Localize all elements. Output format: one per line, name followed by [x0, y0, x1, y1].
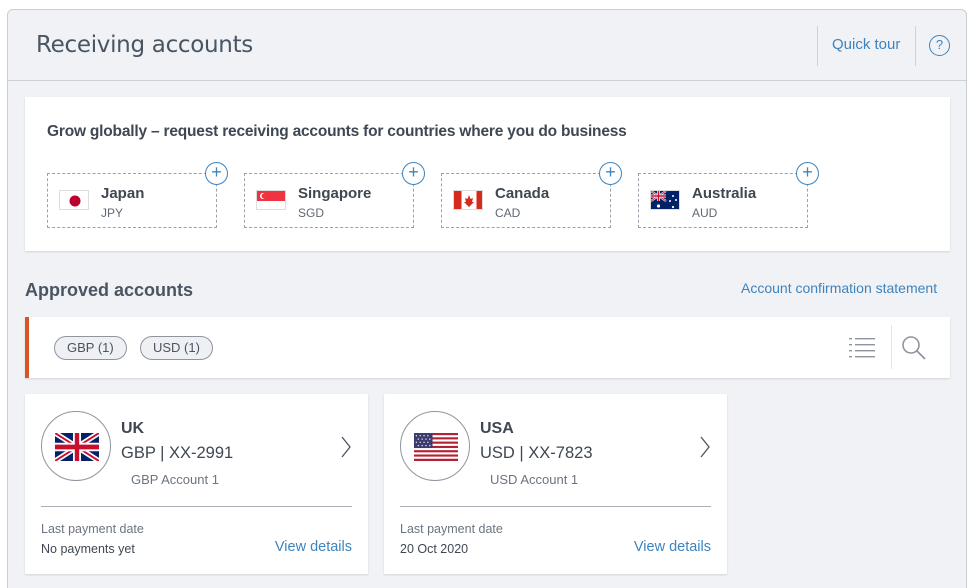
divider	[817, 26, 818, 66]
us-flag-icon	[414, 433, 458, 461]
currency-code: CAD	[495, 206, 521, 220]
filter-chip-usd[interactable]: USD (1)	[140, 336, 213, 360]
receiving-accounts-panel: Receiving accounts Quick tour ? Grow glo…	[7, 9, 967, 588]
account-number: GBP | XX-2991	[121, 444, 234, 462]
account-card-uk[interactable]: UK GBP | XX-2991 GBP Account 1 Last paym…	[25, 394, 368, 574]
country-name: Australia	[692, 185, 757, 202]
country-option-australia[interactable]: Australia AUD +	[638, 162, 819, 228]
country-name: Japan	[101, 185, 145, 202]
list-view-icon[interactable]	[849, 336, 875, 360]
account-confirmation-link[interactable]: Account confirmation statement	[741, 280, 937, 296]
filter-chip-gbp[interactable]: GBP (1)	[54, 336, 127, 360]
account-country: UK	[121, 420, 145, 437]
last-payment-value: 20 Oct 2020	[400, 542, 469, 556]
search-icon[interactable]	[900, 334, 928, 362]
view-details-link[interactable]: View details	[634, 539, 711, 555]
account-card-usa[interactable]: USA USD | XX-7823 USD Account 1 Last pay…	[384, 394, 727, 574]
canada-flag-icon	[453, 190, 483, 210]
chevron-right-icon[interactable]	[340, 435, 352, 459]
account-name: USD Account 1	[490, 472, 579, 487]
country-name: Canada	[495, 185, 550, 202]
country-option-singapore[interactable]: Singapore SGD +	[244, 162, 425, 228]
last-payment-value: No payments yet	[41, 542, 135, 556]
currency-code: SGD	[298, 206, 325, 220]
divider	[915, 26, 916, 66]
add-circle-icon[interactable]: +	[205, 162, 228, 185]
filter-bar: GBP (1) USD (1)	[25, 317, 950, 378]
account-flag-circle	[41, 411, 111, 481]
account-flag-circle	[400, 411, 470, 481]
add-circle-icon[interactable]: +	[599, 162, 622, 185]
help-icon[interactable]: ?	[929, 35, 950, 56]
singapore-flag-icon	[256, 190, 286, 210]
account-number: USD | XX-7823	[480, 444, 593, 462]
quick-tour-link[interactable]: Quick tour	[832, 36, 900, 53]
grow-globally-title: Grow globally – request receiving accoun…	[47, 123, 627, 140]
australia-flag-icon	[650, 190, 680, 210]
grow-globally-card: Grow globally – request receiving accoun…	[25, 97, 950, 251]
last-payment-label: Last payment date	[41, 522, 144, 536]
uk-flag-icon	[55, 433, 99, 461]
add-circle-icon[interactable]: +	[796, 162, 819, 185]
view-details-link[interactable]: View details	[275, 539, 352, 555]
divider	[41, 506, 352, 507]
add-circle-icon[interactable]: +	[402, 162, 425, 185]
page-header: Receiving accounts Quick tour ?	[8, 10, 966, 81]
country-name: Singapore	[298, 185, 372, 202]
currency-code: AUD	[692, 206, 718, 220]
chevron-right-icon[interactable]	[699, 435, 711, 459]
divider	[891, 325, 892, 369]
currency-code: JPY	[101, 206, 124, 220]
last-payment-label: Last payment date	[400, 522, 503, 536]
divider	[400, 506, 711, 507]
approved-accounts-title: Approved accounts	[25, 280, 194, 300]
country-option-canada[interactable]: Canada CAD +	[441, 162, 622, 228]
page-title: Receiving accounts	[36, 32, 253, 58]
account-name: GBP Account 1	[131, 472, 219, 487]
country-option-japan[interactable]: Japan JPY +	[47, 162, 228, 228]
account-country: USA	[480, 420, 514, 437]
japan-flag-icon	[59, 190, 89, 210]
